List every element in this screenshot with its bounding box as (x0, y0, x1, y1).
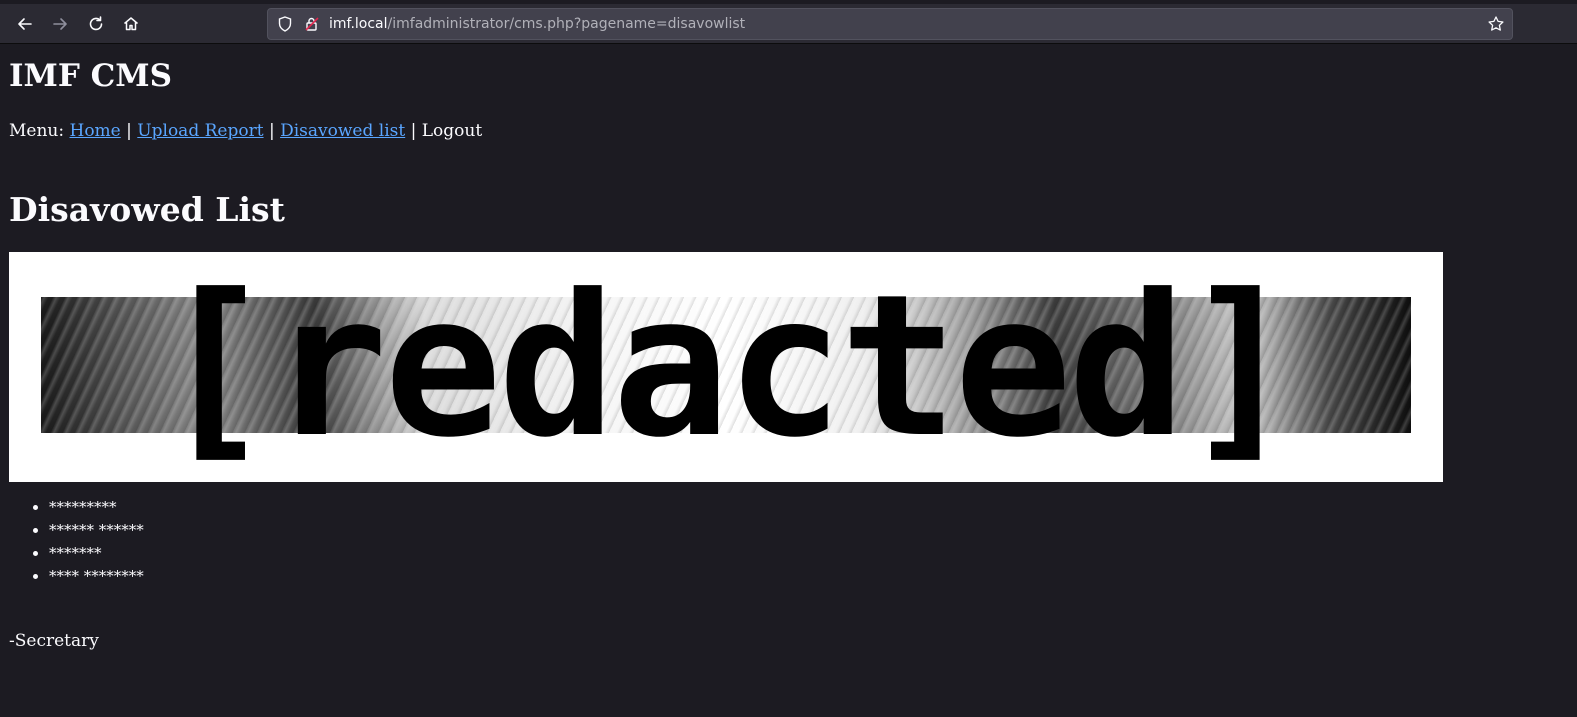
browser-toolbar: imf.local/imfadministrator/cms.php?pagen… (0, 0, 1577, 44)
site-title: IMF CMS (9, 58, 172, 94)
star-icon[interactable] (1487, 15, 1505, 33)
insecure-lock-icon[interactable] (303, 15, 321, 33)
banner-text: [redacted] (155, 253, 1300, 481)
list-item: ****** ****** (49, 519, 144, 542)
address-bar[interactable]: imf.local/imfadministrator/cms.php?pagen… (267, 8, 1513, 40)
menu-upload-report-link[interactable]: Upload Report (137, 121, 263, 141)
menu: Menu: Home | Upload Report | Disavowed l… (9, 120, 482, 142)
list-item: ********* (49, 496, 144, 519)
menu-disavowed-list-link[interactable]: Disavowed list (280, 121, 405, 141)
back-arrow-icon[interactable] (13, 12, 37, 36)
list-item: ******* (49, 542, 144, 565)
menu-home-link[interactable]: Home (70, 121, 121, 141)
url-path: /imfadministrator/cms.php?pagename=disav… (387, 16, 746, 32)
signature: -Secretary (9, 631, 99, 651)
menu-logout: Logout (421, 121, 483, 141)
page-heading: Disavowed List (9, 190, 285, 229)
url-text[interactable]: imf.local/imfadministrator/cms.php?pagen… (329, 15, 745, 33)
home-icon[interactable] (119, 12, 143, 36)
menu-separator: | (126, 121, 132, 141)
tracking-shield-icon[interactable] (276, 15, 294, 33)
list-item: **** ******** (49, 565, 144, 588)
menu-separator: | (268, 121, 275, 141)
forward-arrow-icon[interactable] (48, 12, 72, 36)
menu-separator: | (410, 121, 417, 141)
disavowed-list: ********* ****** ****** ******* **** ***… (9, 496, 144, 588)
reload-icon[interactable] (84, 12, 108, 36)
redacted-banner-image: [redacted] (9, 252, 1443, 482)
url-host: imf.local (329, 16, 388, 32)
menu-prefix: Menu: (9, 121, 65, 141)
